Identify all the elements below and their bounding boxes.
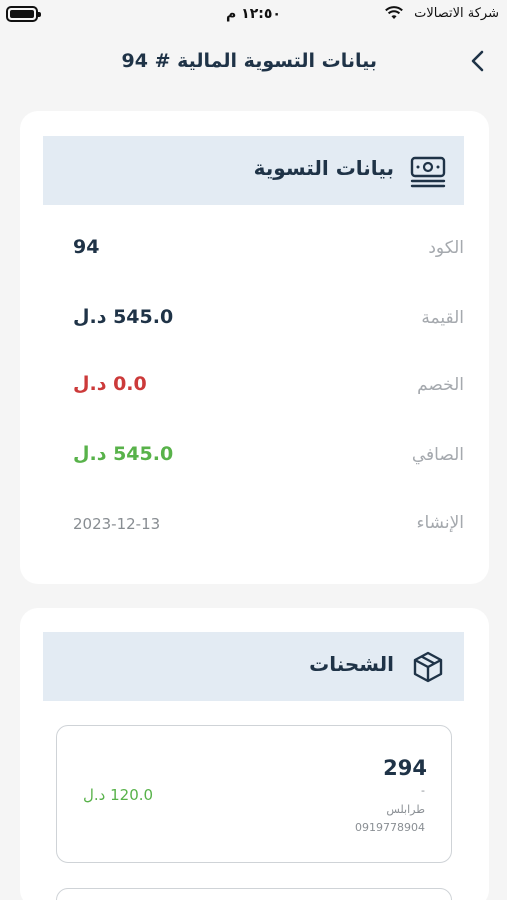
shipment-phone: 0919778904 — [355, 821, 425, 834]
carrier-name: شركة الاتصالات — [414, 6, 499, 21]
code-label: الكود — [428, 238, 464, 258]
page-header: بيانات التسوية المالية # 94 — [0, 40, 507, 82]
settlement-row-created: الإنشاء 2023-12-13 — [43, 511, 464, 541]
settlement-row-code: الكود 94 — [43, 236, 464, 266]
discount-amount: 0.0 د.ل — [73, 373, 147, 395]
settlement-row-net: الصافي 545.0 د.ل — [43, 443, 464, 473]
shipment-card-partial[interactable] — [56, 888, 452, 900]
settlement-row-value: القيمة 545.0 د.ل — [43, 306, 464, 336]
package-box-icon — [413, 651, 443, 683]
created-date: 2023-12-13 — [73, 515, 161, 533]
shipment-amount: 120.0 د.ل — [83, 786, 154, 804]
wifi-icon — [385, 6, 403, 19]
created-label: الإنشاء — [416, 513, 465, 533]
shipments-section-title: الشحنات — [309, 652, 394, 676]
discount-label: الخصم — [417, 375, 464, 395]
shipment-city: طرابلس — [386, 803, 425, 816]
value-label: القيمة — [421, 308, 464, 328]
settlement-card: بيانات التسوية الكود 94 القيمة 545.0 د.ل… — [20, 111, 489, 584]
value-amount: 545.0 د.ل — [73, 306, 174, 328]
net-amount: 545.0 د.ل — [73, 443, 174, 465]
net-label: الصافي — [411, 445, 464, 465]
shipment-card[interactable]: 294 - طرابلس 0919778904 120.0 د.ل — [56, 725, 452, 863]
shipments-card: الشحنات 294 - طرابلس 0919778904 120.0 د.… — [20, 608, 489, 900]
status-bar: ١٢:٥٠ م شركة الاتصالات — [0, 0, 507, 30]
page-title: بيانات التسوية المالية # 94 — [121, 50, 377, 72]
code-value: 94 — [73, 236, 100, 258]
settlement-section-header: بيانات التسوية — [43, 136, 464, 205]
shipments-section-header: الشحنات — [43, 632, 464, 701]
shipment-id: 294 — [383, 756, 427, 780]
settlement-section-title: بيانات التسوية — [253, 156, 394, 180]
shipment-note: - — [421, 784, 425, 797]
money-stack-icon — [410, 156, 446, 188]
settlement-row-discount: الخصم 0.0 د.ل — [43, 373, 464, 403]
chevron-left-icon[interactable] — [465, 48, 491, 74]
